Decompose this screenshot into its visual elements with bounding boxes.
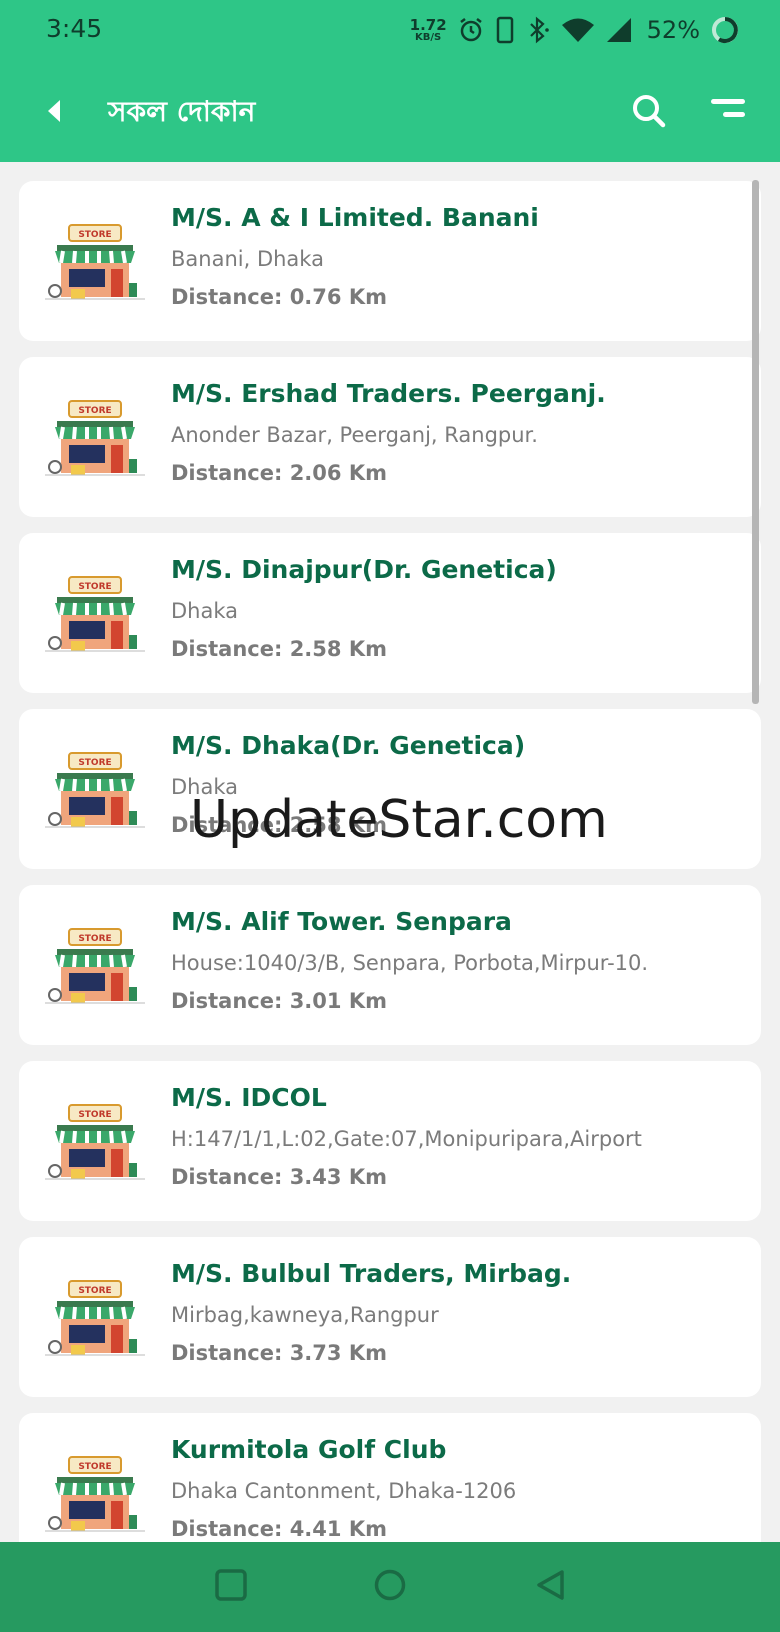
svg-text:STORE: STORE [78, 1110, 111, 1120]
search-icon[interactable] [630, 92, 668, 130]
shop-address: Dhaka Cantonment, Dhaka-1206 [171, 1479, 517, 1503]
shop-store-icon: STORE [45, 1456, 145, 1532]
shop-list[interactable]: STORE M/S. A & I Limited. Banani Banani,… [0, 162, 780, 1542]
shop-address: Anonder Bazar, Peerganj, Rangpur. [171, 423, 538, 447]
svg-text:STORE: STORE [78, 582, 111, 592]
shop-distance: Distance: 4.41 Km [171, 1517, 387, 1541]
shop-name: M/S. Alif Tower. Senpara [171, 907, 512, 936]
shop-card[interactable]: STORE M/S. Dinajpur(Dr. Genetica) Dhaka … [19, 533, 761, 693]
circle-home-icon[interactable] [373, 1568, 407, 1602]
shop-address: Mirbag,kawneya,Rangpur [171, 1303, 439, 1327]
status-time: 3:45 [46, 14, 103, 43]
scrollbar[interactable] [752, 180, 759, 704]
shop-distance: Distance: 0.76 Km [171, 285, 387, 309]
wifi-icon [561, 18, 594, 42]
shop-card[interactable]: STORE M/S. IDCOL H:147/1/1,L:02,Gate:07,… [19, 1061, 761, 1221]
shop-store-icon: STORE [45, 400, 145, 476]
square-recents-icon[interactable] [214, 1568, 248, 1602]
app-bar: সকল দোকান [0, 60, 780, 162]
bluetooth-icon [529, 16, 549, 44]
shop-name: M/S. Bulbul Traders, Mirbag. [171, 1259, 572, 1288]
shop-distance: Distance: 2.06 Km [171, 461, 387, 485]
shop-name: M/S. A & I Limited. Banani [171, 203, 539, 232]
shop-distance: Distance: 3.43 Km [171, 1165, 387, 1189]
network-speed: 1.72 KB/S [409, 15, 447, 43]
back-arrow-icon[interactable] [42, 96, 66, 126]
shop-store-icon: STORE [45, 1280, 145, 1356]
svg-text:STORE: STORE [78, 934, 111, 944]
shop-card[interactable]: STORE M/S. A & I Limited. Banani Banani,… [19, 181, 761, 341]
triangle-back-icon[interactable] [533, 1568, 567, 1602]
shop-card[interactable]: STORE Kurmitola Golf Club Dhaka Cantonme… [19, 1413, 761, 1542]
shop-store-icon: STORE [45, 928, 145, 1004]
shop-name: M/S. Ershad Traders. Peerganj. [171, 379, 606, 408]
battery-ring-icon [712, 17, 738, 43]
shop-store-icon: STORE [45, 752, 145, 828]
system-nav-bar [0, 1542, 780, 1632]
page-title: সকল দোকান [108, 95, 256, 128]
svg-text:STORE: STORE [78, 406, 111, 416]
shop-name: M/S. Dinajpur(Dr. Genetica) [171, 555, 557, 584]
status-bar: 3:45 1.72 KB/S 52% [0, 0, 780, 60]
status-icons: 1.72 KB/S 52% [410, 10, 740, 50]
shop-distance: Distance: 3.73 Km [171, 1341, 387, 1365]
svg-text:STORE: STORE [78, 1462, 111, 1472]
svg-text:STORE: STORE [78, 758, 111, 768]
alarm-icon [459, 18, 482, 42]
shop-store-icon: STORE [45, 576, 145, 652]
shop-distance: Distance: 2.58 Km [171, 637, 387, 661]
network-speed-unit: KB/S [415, 31, 442, 43]
shop-card[interactable]: STORE M/S. Alif Tower. Senpara House:104… [19, 885, 761, 1045]
shop-store-icon: STORE [45, 224, 145, 300]
shop-name: M/S. Dhaka(Dr. Genetica) [171, 731, 526, 760]
shop-store-icon: STORE [45, 1104, 145, 1180]
shop-card[interactable]: STORE M/S. Ershad Traders. Peerganj. Ano… [19, 357, 761, 517]
svg-text:STORE: STORE [78, 230, 111, 240]
shop-address: Banani, Dhaka [171, 247, 324, 271]
phone-vibrate-icon [496, 16, 513, 44]
battery-percent: 52% [646, 16, 700, 44]
shop-address: House:1040/3/B, Senpara, Porbota,Mirpur-… [171, 951, 649, 975]
shop-card[interactable]: STORE M/S. Bulbul Traders, Mirbag. Mirba… [19, 1237, 761, 1397]
shop-address: H:147/1/1,L:02,Gate:07,Monipuripara,Airp… [171, 1127, 642, 1151]
shop-address: Dhaka [171, 599, 239, 623]
sort-menu-icon[interactable] [708, 96, 748, 124]
shop-name: Kurmitola Golf Club [171, 1435, 447, 1464]
watermark-text: UpdateStar.com [190, 790, 608, 850]
svg-text:STORE: STORE [78, 1286, 111, 1296]
network-speed-value: 1.72 [409, 15, 447, 34]
cell-signal-icon [606, 18, 631, 42]
shop-distance: Distance: 3.01 Km [171, 989, 387, 1013]
shop-name: M/S. IDCOL [171, 1083, 327, 1112]
